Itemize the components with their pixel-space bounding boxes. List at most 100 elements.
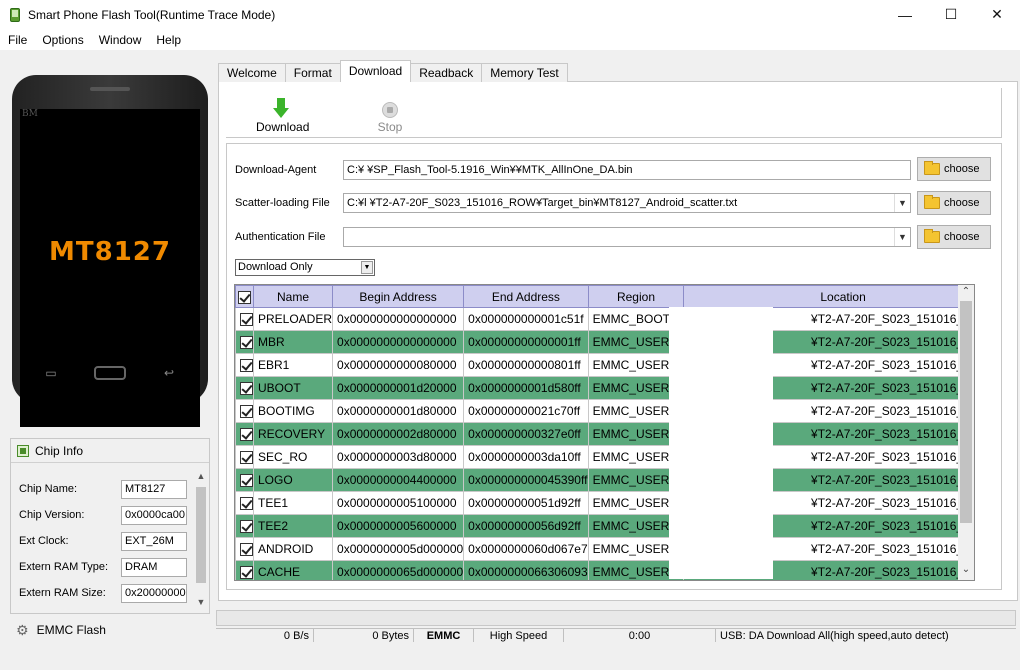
col-name[interactable]: Name [252,285,334,308]
name-cell: SEC_RO [252,445,334,469]
row-checkbox[interactable] [240,474,253,488]
chevron-down-icon[interactable]: ▼ [361,261,373,274]
begin-address-cell: 0x0000000005d000000 [332,537,465,561]
table-row[interactable]: EBR1 0x0000000000080000 0x00000000000801ff… [235,353,974,377]
menu-window[interactable]: Window [91,33,149,47]
row-checkbox[interactable] [240,382,253,396]
choose-scatter-button[interactable]: choose [917,191,991,215]
location-end: ¥T2-A7-20F_S023_151016_ROW... [811,565,974,579]
ext-clock-value: EXT_26M [121,531,187,551]
chip-info-header[interactable]: Chip Info [11,439,209,463]
auth-label: Authentication File [235,231,326,243]
download-agent-input[interactable]: C:¥ ¥SP_Flash_Tool-5.1916_Win¥¥MTK_AllIn… [343,160,911,180]
col-region[interactable]: Region [587,285,685,308]
chevron-down-icon[interactable]: ▼ [894,228,910,246]
checkbox[interactable] [235,422,254,446]
emmc-flash-section[interactable]: ⚙ EMMC Flash [10,619,106,641]
status-usb: USB: DA Download All(high speed,auto det… [716,628,1016,642]
row-checkbox[interactable] [240,497,253,511]
close-button[interactable]: ✕ [974,0,1020,29]
table-row[interactable]: SEC_RO 0x0000000003d80000 0x0000000003da10… [235,445,974,469]
col-begin-address[interactable]: Begin Address [332,285,465,308]
scroll-up-icon[interactable]: ⌃ [958,286,974,297]
tab-download[interactable]: Download [339,60,412,82]
tab-readback[interactable]: Readback [410,63,483,82]
table-row[interactable]: BOOTIMG 0x0000000001d80000 0x00000000021c7… [235,399,974,423]
scroll-thumb[interactable] [196,487,206,583]
table-row[interactable]: PRELOADER 0x0000000000000000 0x00000000000… [235,307,974,331]
table-row[interactable]: RECOVERY 0x0000000002d80000 0x000000000327… [235,422,974,446]
checkbox[interactable] [235,353,254,377]
scatter-select[interactable]: C:¥l ¥T2-A7-20F_S023_151016_ROW¥Target_b… [343,193,911,213]
select-all-checkbox[interactable] [235,285,254,308]
end-address-cell: 0x00000000000001ff [463,330,589,354]
minimize-button[interactable]: — [882,0,928,29]
begin-address-cell: 0x0000000001d20000 [332,376,465,400]
row-checkbox[interactable] [240,336,253,350]
chip-name-label: Chip Name: [19,483,78,495]
checkbox[interactable] [235,468,254,492]
row-checkbox[interactable] [240,520,253,534]
begin-address-cell: 0x0000000005600000 [332,514,465,538]
checkbox[interactable] [235,514,254,538]
scroll-up-icon[interactable]: ▲ [194,471,208,481]
table-row[interactable]: UBOOT 0x0000000001d20000 0x0000000001d580f… [235,376,974,400]
checkbox[interactable] [235,491,254,515]
table-row[interactable]: CACHE 0x0000000065d000000 0x00000000663060… [235,560,974,580]
chip-version-value: 0x0000ca00 [121,505,187,525]
name-cell: UBOOT [252,376,334,400]
table-row[interactable]: TEE1 0x0000000005100000 0x00000000051d92ff… [235,491,974,515]
checkbox[interactable] [235,445,254,469]
table-row[interactable]: TEE2 0x0000000005600000 0x00000000056d92ff… [235,514,974,538]
location-end: ¥T2-A7-20F_S023_151016_ROW... [811,381,974,395]
auth-select[interactable]: ▼ [343,227,911,247]
col-location[interactable]: Location [683,285,974,308]
row-checkbox[interactable] [240,359,253,373]
table-row[interactable]: MBR 0x0000000000000000 0x00000000000001ff E… [235,330,974,354]
row-checkbox[interactable] [240,451,253,465]
checkbox[interactable] [235,330,254,354]
tab-format[interactable]: Format [284,63,341,82]
tab-welcome[interactable]: Welcome [218,63,286,82]
tab-memory-test[interactable]: Memory Test [481,63,568,82]
row-checkbox[interactable] [240,405,253,419]
row-checkbox[interactable] [240,428,253,442]
name-cell: TEE1 [252,491,334,515]
choose-auth-button[interactable]: choose [917,225,991,249]
download-mode-select[interactable]: Download Only ▼ [235,259,375,276]
row-checkbox[interactable] [240,313,253,327]
table-row[interactable]: LOGO 0x0000000004400000 0x000000000045390f… [235,468,974,492]
checkbox[interactable] [235,560,254,580]
download-agent-row: Download-Agent C:¥ ¥SP_Flash_Tool-5.1916… [235,159,911,181]
menu-file[interactable]: File [0,33,34,47]
end-address-cell: 0x0000000060d067e7 [463,537,589,561]
menu-options[interactable]: Options [34,33,90,47]
download-button[interactable]: Download [256,94,309,134]
checkbox[interactable] [235,399,254,423]
col-end-address[interactable]: End Address [463,285,589,308]
row-checkbox[interactable] [240,543,253,557]
folder-icon [924,161,940,175]
checkbox[interactable] [235,537,254,561]
end-address-cell: 0x0000000003da10ff [463,445,589,469]
end-address-cell: 0x0000000001d580ff [463,376,589,400]
table-row[interactable]: ANDROID 0x0000000005d000000 0x0000000060d0… [235,537,974,561]
table-scrollbar[interactable]: ⌃ ⌄ [958,285,974,580]
maximize-button[interactable]: ☐ [928,0,974,29]
choose-label: choose [944,231,980,243]
choose-download-agent-button[interactable]: choose [917,157,991,181]
checkbox[interactable] [235,376,254,400]
stop-button[interactable]: Stop [371,94,409,134]
scroll-down-icon[interactable]: ▼ [194,597,208,607]
chip-info-scrollbar[interactable]: ▲ ▼ [194,469,208,609]
phone-chip-label: MT8127 [49,237,171,267]
chip-info-panel: Chip Info Chip Name: MT8127 Chip Version… [10,438,210,614]
chevron-down-icon[interactable]: ▼ [894,194,910,212]
row-checkbox[interactable] [240,566,253,580]
choose-label: choose [944,163,980,175]
menu-help[interactable]: Help [148,33,188,47]
scroll-thumb[interactable] [960,301,972,523]
scroll-down-icon[interactable]: ⌄ [958,564,974,575]
emmc-flash-label: EMMC Flash [36,623,106,637]
checkbox[interactable] [235,307,254,331]
